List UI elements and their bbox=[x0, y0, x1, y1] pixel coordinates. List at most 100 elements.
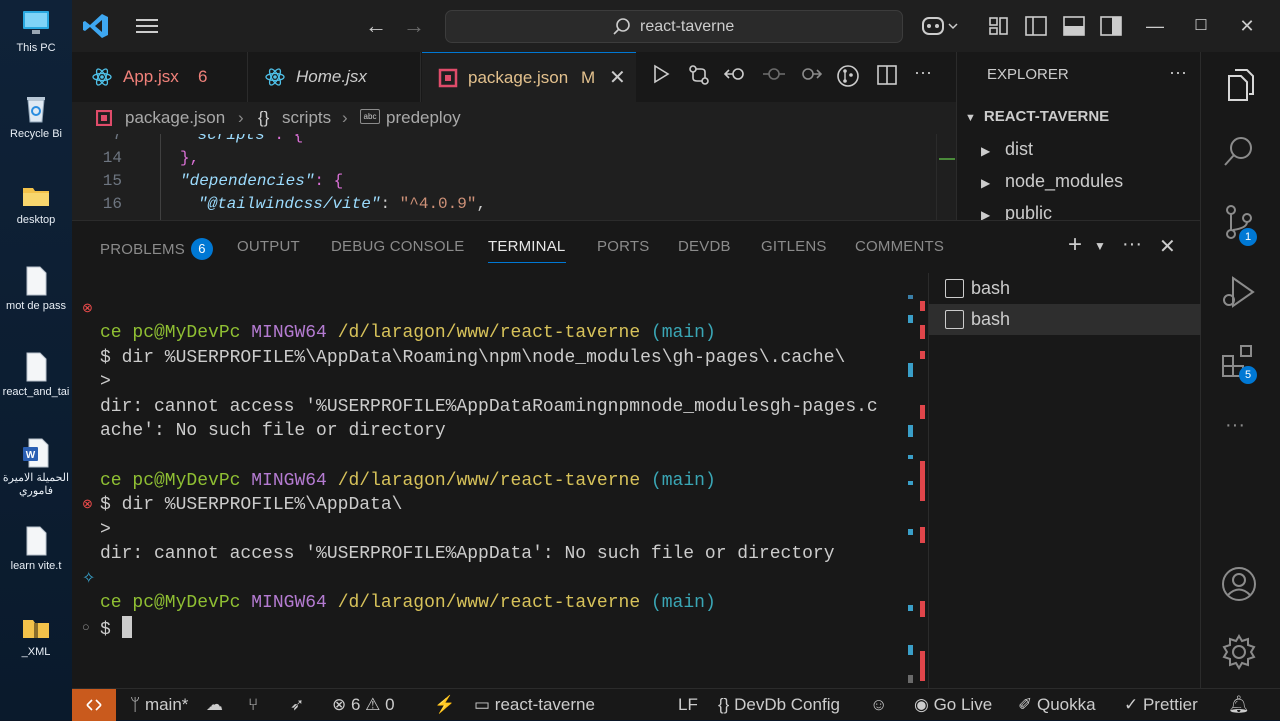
explorer-item-node-modules[interactable]: ▶ node_modules bbox=[981, 171, 1123, 192]
document-icon bbox=[26, 352, 47, 382]
prettier-label: Prettier bbox=[1142, 695, 1198, 714]
terminal-overview-ruler[interactable] bbox=[906, 295, 928, 689]
code-editor[interactable]: 7 "scripts": { 14 }, 15 "dependencies": … bbox=[72, 134, 956, 220]
workspace-status[interactable]: ▭ react-taverne bbox=[474, 689, 595, 721]
panel-tab-terminal[interactable]: TERMINAL bbox=[488, 238, 565, 255]
toggle-secondary-sidebar-icon[interactable] bbox=[1099, 14, 1123, 38]
prompt-path: /d/laragon/www/react-taverne bbox=[337, 593, 641, 613]
new-terminal-icon[interactable]: + bbox=[1068, 231, 1082, 259]
terminal-list: bash bash bbox=[928, 273, 1201, 689]
desktop-icon-mot-de-pass[interactable]: mot de pass bbox=[0, 266, 72, 313]
git-compare-icon[interactable] bbox=[688, 64, 710, 86]
desktop-icon-learn-vite[interactable]: learn vite.t bbox=[0, 526, 72, 573]
toggle-panel-icon[interactable] bbox=[1062, 14, 1086, 38]
panel-tab-comments[interactable]: COMMENTS bbox=[855, 238, 944, 255]
breadcrumb-section[interactable]: scripts bbox=[282, 102, 331, 134]
copilot-icon[interactable] bbox=[920, 14, 960, 38]
explorer-item-dist[interactable]: ▶ dist bbox=[981, 139, 1033, 160]
search-icon[interactable] bbox=[1219, 132, 1259, 172]
copilot-status-icon[interactable]: ☺ bbox=[870, 689, 887, 721]
desktop-icon-label: الحميلة الاميرة فاموري bbox=[2, 472, 70, 497]
panel-tab-problems[interactable]: PROBLEMS 6 bbox=[100, 238, 213, 260]
tab-home-jsx[interactable]: Home.jsx bbox=[249, 52, 421, 102]
more-actions-icon[interactable]: ··· bbox=[914, 62, 932, 83]
notifications-bell-icon[interactable]: 🔔︎ bbox=[1228, 689, 1250, 721]
go-live-status[interactable]: ◉ Go Live bbox=[914, 689, 992, 721]
close-panel-icon[interactable]: ✕ bbox=[1159, 234, 1176, 259]
more-actions-icon[interactable]: ··· bbox=[1169, 62, 1187, 83]
maximize-button[interactable]: ☐ bbox=[1189, 14, 1213, 38]
problems-status[interactable]: ⊗ 6 ⚠ 0 bbox=[332, 689, 395, 721]
tab-app-jsx[interactable]: App.jsx 6 bbox=[72, 52, 248, 102]
toggle-primary-sidebar-icon[interactable] bbox=[1024, 14, 1048, 38]
accounts-icon[interactable] bbox=[1219, 564, 1259, 604]
rocket-icon[interactable]: ➶ bbox=[290, 689, 304, 721]
back-arrow-icon[interactable]: ← bbox=[365, 14, 387, 38]
lightning-icon[interactable]: ⚡ bbox=[434, 689, 455, 721]
tab-package-json[interactable]: package.json M ✕ bbox=[422, 52, 636, 102]
ruler-mark bbox=[908, 363, 913, 377]
more-views-icon[interactable]: ··· bbox=[1225, 414, 1245, 437]
branch-status[interactable]: ᛘ main* bbox=[130, 689, 188, 721]
ruler-mark bbox=[908, 645, 913, 655]
editor-minimap[interactable] bbox=[936, 134, 956, 220]
broadcast-icon: ◉ bbox=[914, 695, 934, 714]
terminal-instance-1[interactable]: bash bbox=[929, 273, 1201, 304]
customize-layout-icon[interactable] bbox=[988, 14, 1010, 38]
panel-tab-output[interactable]: OUTPUT bbox=[237, 238, 300, 255]
explorer-root-folder[interactable]: ▼ REACT-TAVERNE bbox=[965, 108, 1109, 125]
panel-tab-debug-console[interactable]: DEBUG CONSOLE bbox=[331, 238, 464, 255]
split-editor-icon[interactable] bbox=[876, 64, 898, 86]
close-tab-icon[interactable]: ✕ bbox=[609, 53, 626, 103]
sync-cloud-icon[interactable]: ☁ bbox=[206, 689, 223, 721]
timeline-current-icon[interactable] bbox=[762, 64, 786, 84]
explorer-files-icon[interactable] bbox=[1219, 66, 1259, 106]
terminal-output[interactable]: ⊗ ce pc@MyDevPc MINGW64 /d/laragon/www/r… bbox=[72, 273, 928, 689]
braces-icon: {} bbox=[258, 108, 270, 127]
panel-tab-devdb[interactable]: DEVDB bbox=[678, 238, 731, 255]
timeline-back-icon[interactable] bbox=[724, 64, 748, 84]
more-actions-icon[interactable]: ··· bbox=[1122, 233, 1142, 256]
timeline-forward-icon[interactable] bbox=[798, 64, 822, 84]
prompt-path: /d/laragon/www/react-taverne bbox=[337, 471, 641, 491]
quokka-status[interactable]: ✐ Quokka bbox=[1018, 689, 1096, 721]
run-icon[interactable] bbox=[652, 64, 670, 84]
forward-arrow-icon[interactable]: → bbox=[403, 14, 425, 38]
json-punct: : { bbox=[314, 172, 344, 190]
desktop-icon-recycle-bin[interactable]: Recycle Bi bbox=[0, 94, 72, 141]
panel-tab-ports[interactable]: PORTS bbox=[597, 238, 649, 255]
breadcrumb-item[interactable]: predeploy bbox=[386, 102, 461, 134]
terminal-instance-2[interactable]: bash bbox=[929, 304, 1201, 335]
branch-name: main* bbox=[144, 695, 189, 714]
command-center-search[interactable]: react-taverne bbox=[445, 10, 903, 43]
run-debug-icon[interactable] bbox=[1219, 272, 1259, 312]
desktop-icon-xml[interactable]: _XML bbox=[0, 612, 72, 659]
json-key: "dependencies" bbox=[180, 172, 315, 190]
git-graph-icon[interactable]: ⑂ bbox=[248, 689, 258, 721]
prettier-status[interactable]: ✓ Prettier bbox=[1124, 689, 1198, 721]
desktop-icon-word-doc[interactable]: W الحميلة الاميرة فاموري bbox=[0, 438, 72, 498]
chevron-down-icon[interactable]: ▼ bbox=[1094, 239, 1106, 253]
ruler-mark bbox=[908, 481, 913, 485]
json-colon: : bbox=[380, 195, 400, 213]
minimize-button[interactable]: — bbox=[1143, 14, 1167, 38]
json-comma: , bbox=[476, 195, 487, 213]
breadcrumb-file[interactable]: package.json bbox=[125, 102, 225, 134]
eol-status[interactable]: LF bbox=[678, 689, 698, 721]
prompt-system: MINGW64 bbox=[251, 471, 327, 491]
sparkle-icon[interactable]: ✧ bbox=[82, 567, 95, 592]
settings-gear-icon[interactable] bbox=[1219, 632, 1259, 672]
terminal-cursor bbox=[121, 616, 132, 638]
close-window-button[interactable]: ✕ bbox=[1235, 14, 1259, 38]
desktop-icon-this-pc[interactable]: This PC bbox=[0, 8, 72, 55]
error-icon: ⊗ bbox=[332, 695, 351, 714]
panel-tab-gitlens[interactable]: GITLENS bbox=[761, 238, 827, 255]
remote-indicator-button[interactable] bbox=[72, 689, 116, 721]
desktop-icon-react-and-tai[interactable]: react_and_tai bbox=[0, 352, 72, 399]
prompt-user: ce pc@MyDevPc bbox=[100, 471, 241, 491]
desktop-icon-desktop[interactable]: desktop bbox=[0, 180, 72, 227]
devdb-status[interactable]: {} DevDb Config bbox=[718, 689, 840, 721]
gitlens-graph-icon[interactable] bbox=[836, 64, 860, 88]
desktop-icon-label: Recycle Bi bbox=[10, 128, 62, 140]
hamburger-menu-icon[interactable] bbox=[134, 14, 160, 38]
